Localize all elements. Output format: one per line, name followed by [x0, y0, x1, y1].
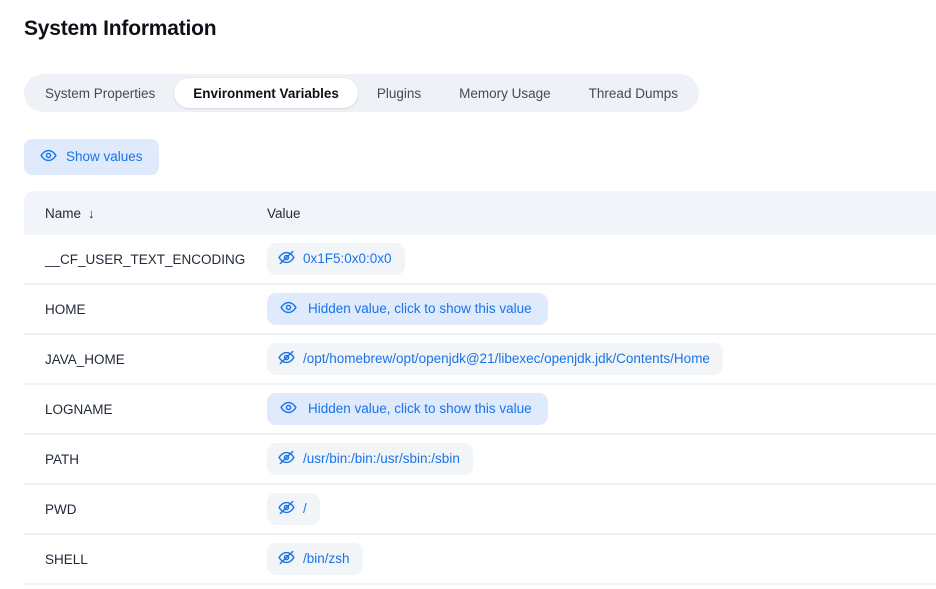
env-var-name: __CF_USER_TEXT_ENCODING	[24, 252, 266, 267]
env-var-name: SHELL	[24, 552, 266, 567]
env-var-value-text: Hidden value, click to show this value	[308, 402, 532, 416]
environment-variables-table: Name ↓ Value __CF_USER_TEXT_ENCODING 0x1F…	[24, 191, 936, 585]
revealed-value-chip[interactable]: /opt/homebrew/opt/openjdk@21/libexec/ope…	[267, 343, 723, 375]
revealed-value-chip[interactable]: /bin/zsh	[267, 543, 363, 575]
revealed-value-chip[interactable]: 0x1F5:0x0:0x0	[267, 243, 405, 275]
env-var-value-cell: Hidden value, click to show this value	[266, 393, 936, 425]
tab-bar: System Properties Environment Variables Pl…	[24, 74, 699, 112]
hidden-value-chip[interactable]: Hidden value, click to show this value	[267, 293, 548, 325]
column-header-name[interactable]: Name ↓	[24, 206, 266, 221]
env-var-value-text: 0x1F5:0x0:0x0	[303, 252, 392, 266]
env-var-name: JAVA_HOME	[24, 352, 266, 367]
table-header-row: Name ↓ Value	[24, 191, 936, 235]
table-row: JAVA_HOME/opt/homebrew/opt/openjdk@21/li…	[24, 335, 936, 385]
table-row: __CF_USER_TEXT_ENCODING 0x1F5:0x0:0x0	[24, 235, 936, 285]
eye-off-icon	[278, 549, 295, 569]
env-var-value-cell: /usr/bin:/bin:/usr/sbin:/sbin	[266, 443, 936, 475]
sort-descending-icon: ↓	[88, 207, 95, 220]
tab-label: Thread Dumps	[589, 86, 678, 101]
table-row: HOME Hidden value, click to show this val…	[24, 285, 936, 335]
eye-icon	[280, 299, 297, 319]
eye-off-icon	[278, 499, 295, 519]
env-var-name: PWD	[24, 502, 266, 517]
page-title: System Information	[24, 15, 216, 43]
env-var-value-cell: 0x1F5:0x0:0x0	[266, 243, 936, 275]
eye-icon	[40, 147, 57, 167]
env-var-value-cell: /	[266, 493, 936, 525]
table-row: PWD /	[24, 485, 936, 535]
env-var-value-cell: Hidden value, click to show this value	[266, 293, 936, 325]
eye-icon	[280, 399, 297, 419]
env-var-value-text: Hidden value, click to show this value	[308, 302, 532, 316]
revealed-value-chip[interactable]: /usr/bin:/bin:/usr/sbin:/sbin	[267, 443, 473, 475]
tab-plugins[interactable]: Plugins	[358, 78, 440, 108]
env-var-name: PATH	[24, 452, 266, 467]
env-var-value-cell: /bin/zsh	[266, 543, 936, 575]
env-var-value-text: /	[303, 502, 307, 516]
tab-label: Plugins	[377, 86, 421, 101]
env-var-value-text: /usr/bin:/bin:/usr/sbin:/sbin	[303, 452, 460, 466]
tab-label: System Properties	[45, 86, 155, 101]
eye-off-icon	[278, 449, 295, 469]
env-var-name: HOME	[24, 302, 266, 317]
env-var-name: LOGNAME	[24, 402, 266, 417]
tab-thread-dumps[interactable]: Thread Dumps	[570, 78, 697, 108]
eye-off-icon	[278, 349, 295, 369]
tab-label: Memory Usage	[459, 86, 551, 101]
env-var-value-cell: /opt/homebrew/opt/openjdk@21/libexec/ope…	[266, 343, 936, 375]
column-header-value-label: Value	[267, 206, 301, 221]
tab-system-properties[interactable]: System Properties	[26, 78, 174, 108]
table-row: LOGNAME Hidden value, click to show this …	[24, 385, 936, 435]
table-row: SHELL/bin/zsh	[24, 535, 936, 585]
show-values-button[interactable]: Show values	[24, 139, 159, 175]
tab-label: Environment Variables	[193, 86, 339, 101]
env-var-value-text: /bin/zsh	[303, 552, 350, 566]
env-var-value-text: /opt/homebrew/opt/openjdk@21/libexec/ope…	[303, 352, 710, 366]
hidden-value-chip[interactable]: Hidden value, click to show this value	[267, 393, 548, 425]
table-body: __CF_USER_TEXT_ENCODING 0x1F5:0x0:0x0 HOME…	[24, 235, 936, 585]
table-row: PATH/usr/bin:/bin:/usr/sbin:/sbin	[24, 435, 936, 485]
revealed-value-chip[interactable]: /	[267, 493, 320, 525]
column-header-value[interactable]: Value	[266, 206, 301, 221]
column-header-name-label: Name	[45, 206, 81, 221]
system-information-page: System Information System Properties Envi…	[0, 0, 936, 589]
tab-environment-variables[interactable]: Environment Variables	[174, 78, 358, 108]
tab-memory-usage[interactable]: Memory Usage	[440, 78, 570, 108]
show-values-label: Show values	[66, 150, 143, 164]
eye-off-icon	[278, 249, 295, 269]
